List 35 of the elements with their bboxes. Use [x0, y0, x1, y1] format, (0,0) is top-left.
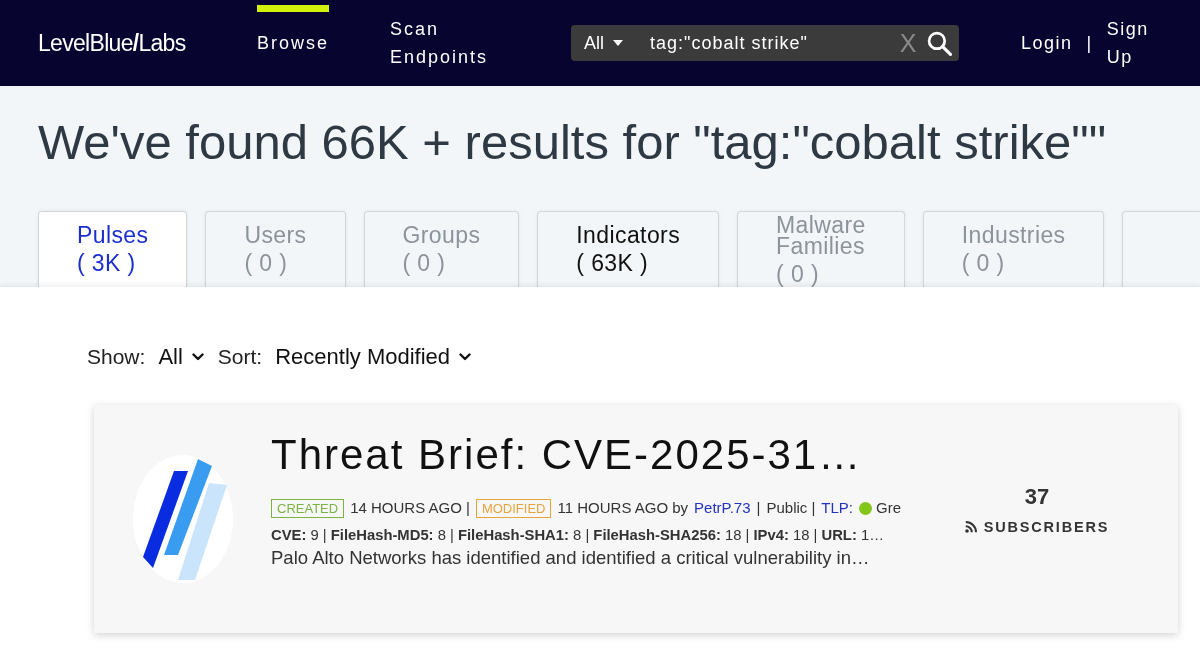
- results-heading: We've found 66K + results for "tag:"cobalt strike"": [38, 114, 1108, 170]
- filter-label: Show:: [87, 344, 146, 370]
- subscribers-label: SUBSCRIBERS: [983, 519, 1110, 535]
- meta-link[interactable]: PetrP.73: [694, 497, 751, 519]
- meta-text: 11 HOURS AGO by: [557, 498, 689, 518]
- result-tab[interactable]: Indicators ( 63K ): [537, 211, 720, 287]
- pulse-description: Palo Alto Networks has identified and identified a critical vulnerability in…: [271, 547, 871, 569]
- meta-text: |: [756, 498, 761, 518]
- rss-icon: [964, 521, 977, 533]
- pulse-title[interactable]: Threat Brief: CVE-2025-31…: [271, 431, 896, 479]
- status-tag: MODIFIED: [475, 498, 552, 518]
- signup-link[interactable]: Sign Up: [1106, 15, 1157, 71]
- search-field[interactable]: tag:"cobalt strike": [650, 28, 897, 58]
- chevron-down-icon: [459, 353, 472, 361]
- logo[interactable]: LevelBlue/Labs: [38, 29, 190, 57]
- meta-text: 14 HOURS AGO |: [350, 498, 470, 518]
- filter-dropdown[interactable]: All: [158, 344, 204, 370]
- search-icon: [927, 30, 952, 56]
- meta-text: Public |: [766, 498, 816, 518]
- search-bar[interactable]: All tag:"cobalt strike" X: [571, 25, 959, 61]
- meta-text: Gre: [876, 498, 902, 518]
- status-tag: CREATED: [271, 498, 345, 518]
- login-link[interactable]: Login: [1021, 29, 1073, 57]
- chevron-down-icon: [191, 353, 204, 361]
- result-tab[interactable]: Pulses ( 3K ): [38, 211, 188, 287]
- nav-link[interactable]: Scan Endpoints: [390, 5, 501, 86]
- separator-text: |: [1086, 32, 1093, 54]
- filter-label: Sort:: [217, 344, 263, 370]
- search-button[interactable]: [927, 30, 952, 56]
- meta-link[interactable]: TLP:: [821, 497, 854, 519]
- subscriber-count: 37: [1024, 483, 1050, 511]
- filter-dropdown[interactable]: Recently Modified: [275, 344, 472, 370]
- scope-dropdown[interactable]: All: [571, 25, 650, 61]
- indicator-counts: CVE: 9 | FileHash-MD5: 8 | FileHash-SHA1: 8 | FileHash-SHA256: 18 | IPv4: 18 | URL: 1…: [271, 526, 885, 545]
- caret-icon: [613, 40, 623, 46]
